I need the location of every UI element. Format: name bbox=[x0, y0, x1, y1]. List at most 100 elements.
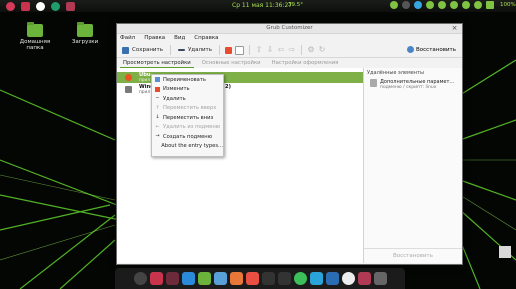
removed-items-panel: Удалённые элементы Дополнительные параме… bbox=[364, 68, 462, 263]
drive-icon[interactable] bbox=[213, 272, 227, 285]
menu-view[interactable]: Вид bbox=[174, 34, 185, 43]
edit-icon[interactable] bbox=[225, 46, 232, 54]
image-editor-icon[interactable] bbox=[357, 272, 371, 285]
music-icon[interactable] bbox=[293, 272, 307, 285]
down-arrow-icon[interactable]: ⇩ bbox=[266, 46, 274, 54]
menu-item-rename[interactable]: Переименовать bbox=[152, 75, 223, 85]
calendar-icon[interactable] bbox=[229, 272, 243, 285]
removed-items-title: Удалённые элементы bbox=[367, 70, 424, 76]
browser-icon[interactable] bbox=[341, 272, 355, 285]
browser-icon[interactable] bbox=[36, 1, 45, 11]
close-icon[interactable]: × bbox=[451, 25, 458, 32]
toolbar-separator bbox=[249, 45, 250, 55]
menu-item-label: About the entry types... bbox=[161, 143, 223, 150]
desktop-icon-label: Загрузки bbox=[71, 39, 99, 45]
toolbar-separator bbox=[301, 45, 302, 55]
settings-icon[interactable] bbox=[51, 1, 60, 11]
menu-item-delete[interactable]: − Удалить bbox=[152, 94, 223, 104]
restore-label: Восстановить bbox=[416, 46, 456, 53]
desktop-icon-home[interactable]: Домашняя папка bbox=[13, 22, 57, 51]
up-icon: ↑ bbox=[155, 104, 160, 111]
remove-icon bbox=[177, 49, 185, 51]
right-icon: → bbox=[155, 133, 160, 140]
terminal-icon[interactable] bbox=[261, 272, 275, 285]
refresh-icon[interactable]: ↻ bbox=[318, 46, 326, 54]
menu-item-label: Удалить из подменю bbox=[163, 124, 221, 131]
edit-icon bbox=[155, 86, 160, 92]
menu-item-edit[interactable]: Изменить bbox=[152, 85, 223, 95]
desktop-icon-downloads[interactable]: Загрузки bbox=[63, 22, 107, 45]
save-icon bbox=[122, 46, 129, 54]
window-titlebar[interactable]: Grub Customizer × bbox=[117, 24, 462, 34]
screenshot-icon[interactable] bbox=[165, 272, 179, 285]
telegram-icon[interactable] bbox=[309, 272, 323, 285]
menu-item-label: Переместить вниз bbox=[163, 114, 214, 121]
menubar: Файл Правка Вид Справка bbox=[117, 34, 462, 43]
toolbar-separator bbox=[219, 45, 220, 55]
removed-item-subtitle: подменю / скрипт: linux bbox=[380, 85, 437, 90]
folder-icon[interactable] bbox=[197, 272, 211, 285]
menu-item-label: Создать подменю bbox=[163, 133, 213, 140]
workspace-switcher-icon[interactable] bbox=[499, 246, 511, 258]
save-label: Сохранить bbox=[132, 47, 163, 53]
tray-icon[interactable] bbox=[402, 1, 410, 9]
menu-item-create-submenu[interactable]: → Создать подменю bbox=[152, 132, 223, 142]
entry-title-suffix: 2) bbox=[225, 84, 231, 90]
menu-item-move-down[interactable]: ↓ Переместить вниз bbox=[152, 113, 223, 123]
removed-item[interactable]: Дополнительные парамет... подменю / скри… bbox=[364, 78, 462, 91]
app-store-icon[interactable] bbox=[149, 272, 163, 285]
trash-icon[interactable] bbox=[373, 272, 387, 285]
docs-icon[interactable] bbox=[245, 272, 259, 285]
menu-file[interactable]: Файл bbox=[120, 34, 135, 43]
menu-icon[interactable] bbox=[6, 1, 15, 11]
tray-icon[interactable] bbox=[426, 1, 434, 9]
entry-subtitle: прил bbox=[139, 78, 151, 83]
dock bbox=[115, 268, 405, 289]
up-arrow-icon[interactable]: ⇧ bbox=[255, 46, 263, 54]
menu-item-label: Переименовать bbox=[163, 76, 206, 83]
restore-icon bbox=[407, 46, 415, 53]
remove-icon: − bbox=[155, 95, 160, 102]
files-icon[interactable] bbox=[181, 272, 195, 285]
menu-item-label: Удалить bbox=[163, 95, 186, 102]
delete-button[interactable]: Удалить bbox=[176, 47, 214, 53]
bluetooth-icon[interactable] bbox=[462, 1, 470, 9]
right-arrow-icon[interactable]: ⇨ bbox=[288, 46, 296, 54]
screenshot-icon[interactable] bbox=[66, 1, 75, 11]
code-icon[interactable] bbox=[277, 272, 291, 285]
settings-icon[interactable] bbox=[133, 272, 147, 285]
delete-label: Удалить bbox=[187, 47, 212, 53]
side-restore-button[interactable]: Восстановить bbox=[364, 248, 462, 263]
blank-icon bbox=[155, 144, 158, 149]
menu-help[interactable]: Справка bbox=[194, 34, 218, 43]
down-icon: ↓ bbox=[155, 114, 160, 121]
scripts-icon[interactable]: ⚙ bbox=[307, 46, 315, 54]
tray-icon[interactable] bbox=[390, 1, 398, 9]
volume-icon[interactable] bbox=[450, 1, 458, 9]
left-arrow-icon[interactable]: ⇦ bbox=[277, 46, 285, 54]
vm-icon[interactable] bbox=[325, 272, 339, 285]
entry-options-icon[interactable] bbox=[235, 45, 244, 55]
tab-general-settings[interactable]: Основные настройки bbox=[199, 58, 264, 68]
menu-item-about-entry-types[interactable]: About the entry types... bbox=[152, 142, 223, 152]
battery-icon[interactable] bbox=[486, 1, 494, 9]
menu-item-move-up: ↑ Переместить вверх bbox=[152, 104, 223, 114]
menu-item-remove-from-submenu: ← Удалить из подменю bbox=[152, 123, 223, 133]
restore-button[interactable]: Восстановить bbox=[407, 46, 456, 53]
file-icon bbox=[370, 79, 377, 87]
home-folder-icon bbox=[27, 22, 43, 37]
telegram-icon[interactable] bbox=[414, 1, 422, 9]
clock[interactable]: Ср 11 мая 11:36:27 bbox=[232, 2, 292, 9]
tab-view-settings[interactable]: Просмотреть настройки bbox=[120, 58, 194, 68]
app-store-icon[interactable] bbox=[21, 1, 30, 11]
save-button[interactable]: Сохранить bbox=[120, 46, 165, 54]
tab-appearance-settings[interactable]: Настройки оформления bbox=[269, 58, 342, 68]
entry-subtitle: прил bbox=[139, 90, 151, 95]
network-icon[interactable] bbox=[438, 1, 446, 9]
menu-edit[interactable]: Правка bbox=[144, 34, 165, 43]
menu-item-label: Переместить вверх bbox=[163, 105, 217, 112]
wifi-icon[interactable] bbox=[474, 1, 482, 9]
windows-icon bbox=[125, 86, 132, 93]
temperature-readout: 39.5° bbox=[288, 2, 303, 8]
toolbar-separator bbox=[169, 45, 171, 55]
